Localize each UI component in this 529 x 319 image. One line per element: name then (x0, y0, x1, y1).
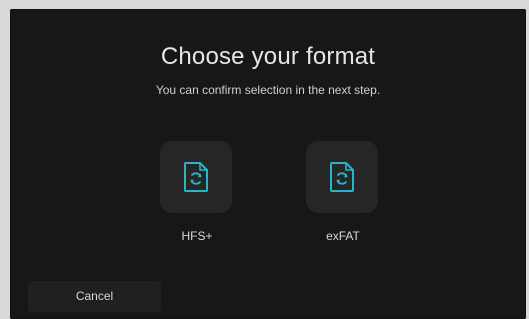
screen-background: Choose your format You can confirm selec… (0, 0, 529, 319)
format-dialog: Choose your format You can confirm selec… (10, 9, 526, 319)
format-label: exFAT (326, 229, 360, 243)
file-format-icon (184, 162, 208, 192)
format-option-hfs-plus[interactable]: HFS+ (152, 141, 242, 251)
format-option-exfat[interactable]: exFAT (298, 141, 388, 251)
cancel-button[interactable]: Cancel (28, 281, 161, 312)
format-tile[interactable] (160, 141, 232, 213)
format-tile[interactable] (306, 141, 378, 213)
dialog-title: Choose your format (160, 43, 376, 70)
format-label: HFS+ (181, 229, 213, 243)
file-format-icon (330, 162, 354, 192)
dialog-subtitle: You can confirm selection in the next st… (155, 83, 381, 97)
